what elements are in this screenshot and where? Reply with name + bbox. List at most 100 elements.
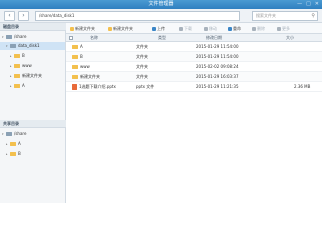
shared-section-header[interactable]: 共享目录 [0,120,66,128]
search-input[interactable]: 搜索文件夹 ⚲ [252,11,318,21]
folder-icon [10,151,16,156]
row-modified: 2015-01-29 11:54:00 [196,54,239,59]
tree-item-label: 新建文件夹 [22,73,42,78]
window-title: 文件管理器 [148,1,174,7]
rename-icon [228,26,232,31]
button-label: 上传 [157,26,165,31]
folder-icon [14,73,20,78]
tree-item-share[interactable]: ▾/share [2,33,65,41]
folder-icon [10,141,16,146]
window-controls: — □ ✕ [297,0,319,9]
tree-item-data-disk1[interactable]: ▾ data_disk1 [0,42,65,50]
tree-item-a[interactable]: ▸ A [10,82,25,90]
new-folder-button-2[interactable]: 新建文件夹 [108,23,133,34]
column-size[interactable]: 大小 [286,34,294,42]
tree-item-www[interactable]: ▸ www [10,62,32,70]
table-header: 名称 类型 修改日期 大小 [66,34,322,42]
button-label: 更多 [282,26,290,31]
new-folder-icon [108,26,112,31]
toolbar: 新建文件夹 新建文件夹 上传 下载 移动 重命 删除 更多 [66,23,322,34]
row-name-text: 1选题下载介绍.pptx [79,84,116,89]
folder-icon [72,74,78,79]
row-name-text: 新建文件夹 [80,74,100,79]
column-name[interactable]: 名称 [90,34,98,42]
tree-item-label: /share [14,34,27,39]
disk-icon [6,131,12,136]
row-name-text: www [80,64,90,69]
table-row[interactable]: A 文件夹 2015-01-29 11:54:00 [66,42,322,52]
row-modified: 2015-01-29 11:54:00 [196,44,239,49]
shared-item-b[interactable]: ▸ B [6,150,21,158]
row-modified: 2015-02-02 09:08:24 [196,64,239,69]
rename-button[interactable]: 重命 [228,23,241,34]
row-type: 文件夹 [136,54,148,59]
tree-item-label: data_disk1 [18,43,40,48]
button-label: 下载 [184,26,192,31]
new-folder-button[interactable]: 新建文件夹 [70,23,95,34]
title-bar: 文件管理器 — □ ✕ [0,0,322,9]
maximize-icon[interactable]: □ [306,0,311,9]
tree-item-b[interactable]: ▸ B [10,52,25,60]
row-type: 文件夹 [136,74,148,79]
tree-item-label: A [18,141,21,146]
table-row[interactable]: B 文件夹 2015-01-29 11:54:00 [66,52,322,62]
table-row[interactable]: 新建文件夹 文件夹 2015-01-29 16:03:37 [66,72,322,82]
more-icon [277,26,281,31]
tree-item-label: B [18,151,21,156]
disk-icon [10,43,16,48]
upload-button[interactable]: 上传 [152,23,165,34]
row-name: A [72,42,83,52]
row-modified: 2015-01-29 11:21:35 [196,84,239,89]
minimize-icon[interactable]: — [297,0,302,9]
upload-icon [152,26,156,31]
file-manager-window: 文件管理器 — □ ✕ ‹ › /share/data_disk1 搜索文件夹 … [0,0,322,203]
shared-item-a[interactable]: ▸ A [6,140,21,148]
row-name: 1选题下载介绍.pptx [72,82,116,92]
move-icon [204,26,208,31]
new-folder-icon [70,26,74,31]
disk-section-header[interactable]: 磁盘目录 [0,23,66,31]
tree-item-new-folder[interactable]: ▸ 新建文件夹 [10,72,42,80]
path-field[interactable]: /share/data_disk1 [35,11,240,21]
row-size: 2.36 MB [294,84,311,89]
folder-icon [14,63,20,68]
row-type: 文件夹 [136,64,148,69]
folder-icon [14,53,20,58]
move-button[interactable]: 移动 [204,23,217,34]
row-type: pptx 文件 [136,84,155,89]
shared-item-share[interactable]: ▾/share [2,130,26,138]
button-label: 重命 [233,26,241,31]
table-row[interactable]: www 文件夹 2015-02-02 09:08:24 [66,62,322,72]
delete-button[interactable]: 删除 [252,23,265,34]
button-label: 移动 [209,26,217,31]
close-icon[interactable]: ✕ [315,0,319,9]
row-name-text: B [80,54,83,59]
tree-item-label: /share [14,131,27,136]
search-icon[interactable]: ⚲ [311,12,315,20]
forward-button[interactable]: › [18,11,29,21]
row-name: B [72,52,83,62]
folder-icon [14,83,20,88]
download-button[interactable]: 下载 [179,23,192,34]
folder-icon [72,54,78,59]
row-name: 新建文件夹 [72,72,100,82]
select-all-checkbox[interactable] [69,36,73,40]
back-button[interactable]: ‹ [4,11,15,21]
column-type[interactable]: 类型 [158,34,166,42]
row-modified: 2015-01-29 16:03:37 [196,74,239,79]
row-name-text: A [80,44,83,49]
tree-item-label: A [22,83,25,88]
download-icon [179,26,183,31]
more-button[interactable]: 更多 [277,23,290,34]
pptx-file-icon [72,83,77,90]
button-label: 新建文件夹 [113,26,133,31]
disk-icon [6,34,12,39]
row-type: 文件夹 [136,44,148,49]
button-label: 新建文件夹 [75,26,95,31]
column-modified[interactable]: 修改日期 [206,34,222,42]
tree-item-label: www [22,63,32,68]
folder-icon [72,44,78,49]
table-row[interactable]: 1选题下载介绍.pptx pptx 文件 2015-01-29 11:21:35… [66,82,322,92]
button-label: 删除 [257,26,265,31]
sidebar: 磁盘目录 ▾/share ▾ data_disk1 ▸ B ▸ www ▸ 新建文件夹 … [0,23,66,203]
